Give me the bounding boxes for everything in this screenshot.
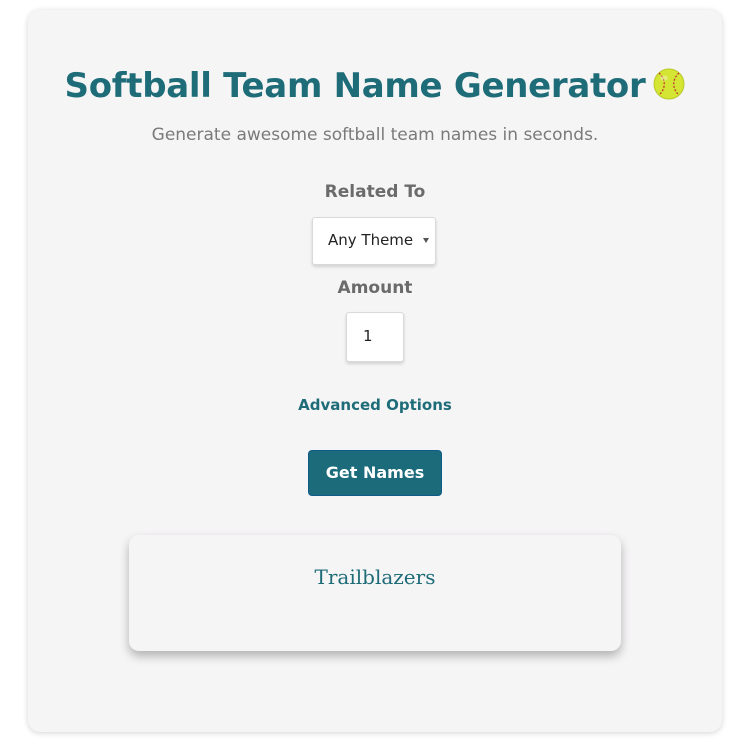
- amount-input[interactable]: 1: [346, 312, 404, 362]
- amount-label: Amount: [337, 278, 413, 298]
- generator-card: Softball Team Name Generator Generate aw…: [28, 10, 722, 732]
- related-to-select[interactable]: Any Theme (: [312, 217, 436, 265]
- results-card: Trailblazers: [129, 535, 621, 651]
- page-subtitle: Generate awesome softball team names in …: [151, 125, 599, 145]
- advanced-options-link[interactable]: Advanced Options: [298, 396, 452, 414]
- chevron-down-icon: [423, 238, 429, 243]
- amount-value: 1: [363, 327, 373, 345]
- advanced-options-row: Advanced Options: [28, 396, 722, 414]
- title-text: Softball Team Name Generator: [64, 66, 646, 106]
- get-names-button[interactable]: Get Names: [308, 450, 442, 496]
- softball-icon: [653, 68, 685, 100]
- related-to-value: Any Theme (: [328, 231, 418, 249]
- page-title: Softball Team Name Generator: [28, 66, 722, 106]
- result-name: Trailblazers: [314, 565, 436, 589]
- related-to-label: Related To: [324, 182, 426, 202]
